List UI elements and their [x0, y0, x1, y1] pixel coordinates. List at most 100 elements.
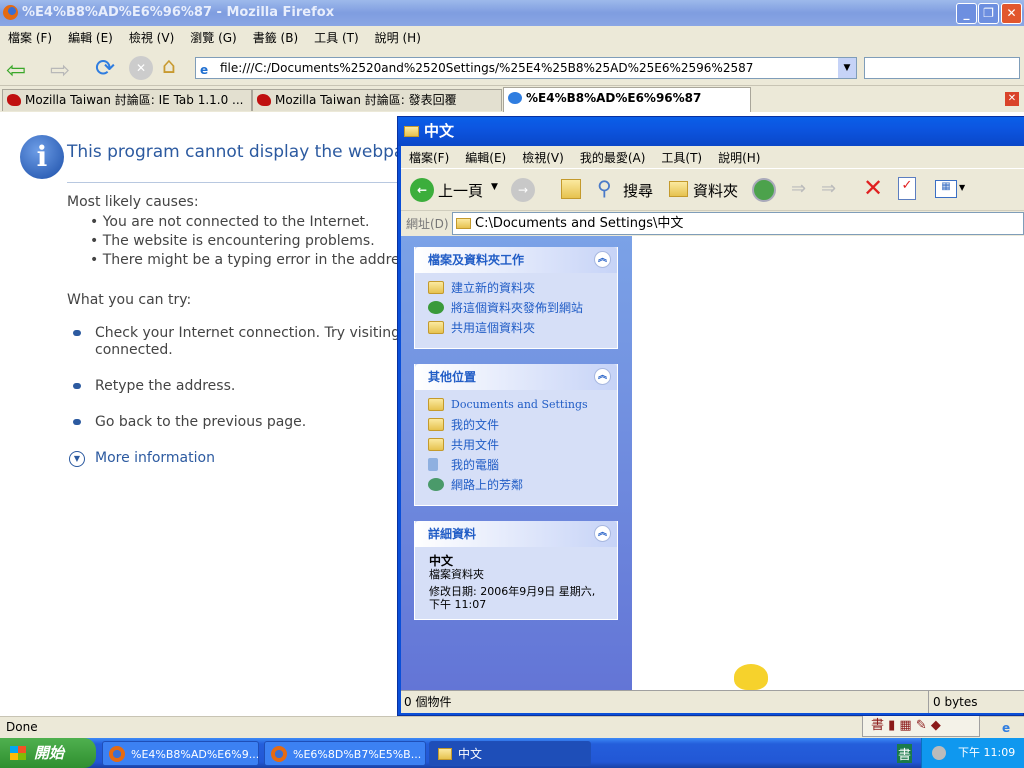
- menu-bookmarks[interactable]: 書籤 (B): [245, 29, 306, 46]
- search-input[interactable]: [864, 57, 1020, 79]
- menu-file[interactable]: 檔案 (F): [0, 29, 60, 46]
- taskbar-button-firefox-1[interactable]: %E4%B8%AD%E6%9...: [102, 741, 259, 766]
- task-share-folder[interactable]: 共用這個資料夾: [415, 318, 617, 338]
- try-item-cont: connected.: [95, 342, 173, 358]
- volume-icon[interactable]: [932, 746, 946, 760]
- folders-button[interactable]: 資料夾: [693, 180, 738, 201]
- start-button[interactable]: 開始: [0, 738, 96, 768]
- tab-bar: Mozilla Taiwan 討論區: IE Tab 1.1.0 ... Moz…: [0, 87, 1024, 112]
- bullet-icon: [73, 330, 81, 336]
- stop-icon[interactable]: ✕: [129, 56, 153, 80]
- explorer-menu-bar: 檔案(F) 編輯(E) 檢視(V) 我的最愛(A) 工具(T) 說明(H): [401, 146, 1024, 168]
- up-folder-icon[interactable]: [561, 179, 581, 199]
- system-tray: 下午 11:09: [921, 738, 1024, 768]
- collapse-icon[interactable]: ︽: [594, 525, 611, 542]
- my-documents-icon: [428, 418, 444, 431]
- url-input[interactable]: e file:///C:/Documents%2520and%2520Setti…: [195, 57, 857, 79]
- menu-help[interactable]: 說明 (H): [367, 29, 429, 46]
- place-my-computer[interactable]: 我的電腦: [415, 455, 617, 475]
- menu-help[interactable]: 說明(H): [710, 149, 768, 166]
- file-list[interactable]: [632, 236, 1024, 690]
- detail-type: 檔案資料夾: [429, 568, 484, 581]
- url-dropdown-icon[interactable]: ▼: [838, 58, 856, 78]
- home-icon[interactable]: ⌂: [162, 54, 176, 79]
- firefox-menu-bar: 檔案 (F) 編輯 (E) 檢視 (V) 瀏覽 (G) 書籤 (B) 工具 (T…: [0, 26, 1024, 48]
- more-information-link[interactable]: More information: [95, 450, 215, 466]
- minimize-button[interactable]: _: [956, 3, 977, 24]
- windows-logo-icon: [10, 746, 26, 760]
- move-to-icon: ⇒: [791, 178, 807, 199]
- taskbar-button-explorer[interactable]: 中文: [429, 741, 591, 766]
- back-arrow-icon[interactable]: ⇦: [6, 56, 26, 84]
- network-icon: [428, 478, 444, 491]
- bullet-icon: [73, 383, 81, 389]
- explorer-status-bar: 0 個物件 0 bytes: [401, 690, 1024, 713]
- back-icon[interactable]: ←: [410, 178, 434, 202]
- folder-icon: [404, 126, 419, 137]
- menu-tools[interactable]: 工具 (T): [306, 29, 367, 46]
- properties-icon[interactable]: ✓: [898, 177, 916, 200]
- cause-item: • The website is encountering problems.: [90, 233, 375, 249]
- menu-file[interactable]: 檔案(F): [401, 149, 457, 166]
- bullet-icon: [73, 419, 81, 425]
- menu-favorites[interactable]: 我的最愛(A): [572, 149, 654, 166]
- clock[interactable]: 下午 11:09: [958, 746, 1015, 759]
- folder-icon: [456, 218, 471, 229]
- reload-icon[interactable]: ⟳: [95, 54, 115, 82]
- task-new-folder[interactable]: 建立新的資料夾: [415, 278, 617, 298]
- window-title: %E4%B8%AD%E6%96%87 - Mozilla Firefox: [22, 5, 335, 20]
- try-title: What you can try:: [67, 292, 192, 308]
- delete-icon[interactable]: ✕: [863, 174, 883, 202]
- task-publish-web[interactable]: 將這個資料夾發佈到網站: [415, 298, 617, 318]
- mozilla-dragon-icon: [257, 94, 271, 106]
- back-button[interactable]: 上一頁: [438, 180, 483, 201]
- status-bar: Done 書 ▮ ▦ ✎ ◆ e: [0, 715, 1024, 738]
- search-icon[interactable]: ⚲: [597, 176, 612, 200]
- detail-name: 中文: [429, 554, 454, 568]
- firefox-icon: [109, 746, 125, 762]
- search-button[interactable]: 搜尋: [623, 180, 653, 201]
- place-network[interactable]: 網路上的芳鄰: [415, 475, 617, 495]
- expand-icon[interactable]: ▼: [69, 451, 85, 467]
- place-documents-settings[interactable]: Documents and Settings: [415, 395, 617, 415]
- panel-header[interactable]: 其他位置 ︽: [415, 364, 617, 390]
- explorer-toolbar: ← 上一頁 ▼ → ⚲ 搜尋 資料夾 ⇒ ⇒ ✕ ✓ ▦ ▼: [401, 168, 1024, 210]
- place-shared-documents[interactable]: 共用文件: [415, 435, 617, 455]
- collapse-icon[interactable]: ︽: [594, 368, 611, 385]
- close-button[interactable]: ✕: [1001, 3, 1022, 24]
- try-item: Retype the address.: [95, 378, 236, 394]
- panel-header[interactable]: 檔案及資料夾工作 ︽: [415, 247, 617, 273]
- address-input[interactable]: C:\Documents and Settings\中文: [452, 212, 1024, 235]
- share-folder-icon: [428, 321, 444, 334]
- causes-title: Most likely causes:: [67, 194, 199, 210]
- place-my-documents[interactable]: 我的文件: [415, 415, 617, 435]
- back-dropdown-icon[interactable]: ▼: [491, 182, 498, 192]
- views-dropdown-icon[interactable]: ▼: [959, 183, 965, 192]
- forward-arrow-icon[interactable]: ⇨: [50, 56, 70, 84]
- menu-edit[interactable]: 編輯(E): [457, 149, 514, 166]
- forward-icon[interactable]: →: [511, 178, 535, 202]
- menu-go[interactable]: 瀏覽 (G): [182, 29, 244, 46]
- folders-icon[interactable]: [669, 181, 688, 197]
- ie-tab-icon[interactable]: e: [1002, 718, 1010, 738]
- panel-header[interactable]: 詳細資料 ︽: [415, 521, 617, 547]
- computer-icon: [428, 458, 438, 471]
- ime-indicator[interactable]: 書: [897, 744, 913, 763]
- history-icon[interactable]: [752, 178, 776, 202]
- views-icon[interactable]: ▦: [935, 180, 957, 198]
- ime-toolbar[interactable]: 書 ▮ ▦ ✎ ◆: [862, 715, 980, 737]
- firefox-icon: [271, 746, 287, 762]
- maximize-button[interactable]: ❐: [978, 3, 999, 24]
- ie-page-icon: e: [200, 63, 209, 77]
- menu-view[interactable]: 檢視 (V): [121, 29, 182, 46]
- firefox-title-bar: %E4%B8%AD%E6%96%87 - Mozilla Firefox _ ❐…: [0, 0, 1024, 26]
- taskbar-button-firefox-2[interactable]: %E6%8D%B7%E5%B...: [264, 741, 426, 766]
- tab-post-reply[interactable]: Mozilla Taiwan 討論區: 發表回覆: [252, 89, 502, 111]
- collapse-icon[interactable]: ︽: [594, 251, 611, 268]
- close-tab-icon[interactable]: ✕: [1005, 92, 1019, 106]
- menu-tools[interactable]: 工具(T): [653, 149, 710, 166]
- menu-view[interactable]: 檢視(V): [514, 149, 572, 166]
- tab-ie-tab[interactable]: Mozilla Taiwan 討論區: IE Tab 1.1.0 ...: [2, 89, 252, 111]
- tab-current[interactable]: %E4%B8%AD%E6%96%87: [503, 87, 751, 112]
- menu-edit[interactable]: 編輯 (E): [60, 29, 121, 46]
